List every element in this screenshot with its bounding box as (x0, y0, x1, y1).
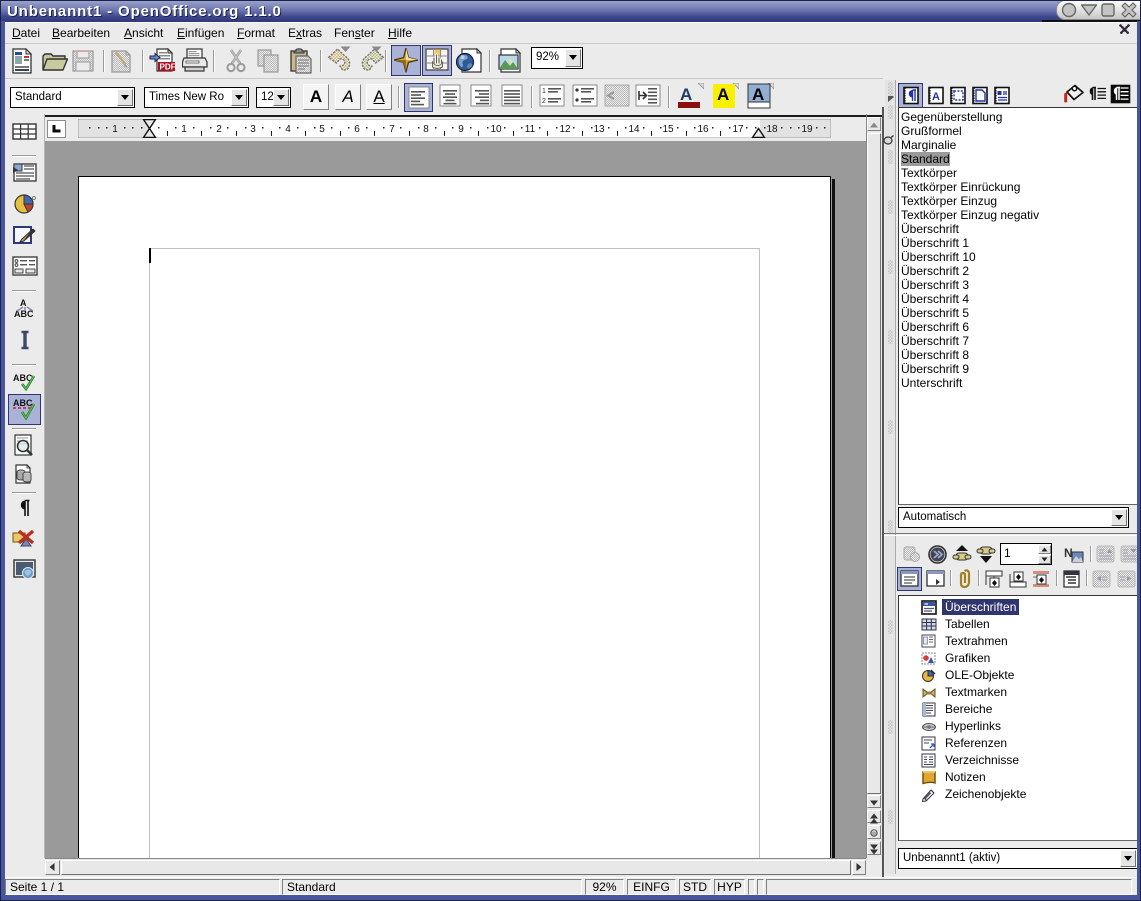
svg-text:12: 12 (559, 124, 571, 135)
svg-text:9: 9 (458, 124, 464, 135)
svg-text:A: A (932, 91, 940, 103)
svg-text:18: 18 (766, 124, 778, 135)
svg-text:8: 8 (423, 124, 429, 135)
svg-text:11: 11 (525, 124, 536, 135)
svg-text:3: 3 (250, 124, 256, 135)
svg-text:16: 16 (697, 124, 709, 135)
svg-text:10: 10 (490, 124, 502, 135)
svg-text:13: 13 (593, 124, 605, 135)
svg-text:1: 1 (181, 124, 187, 135)
svg-text:17: 17 (732, 124, 744, 135)
svg-text:5: 5 (319, 124, 325, 135)
svg-text:A: A (752, 85, 764, 104)
svg-text:7: 7 (389, 124, 395, 135)
svg-text:19: 19 (801, 124, 813, 135)
svg-text:N: N (1064, 546, 1073, 560)
svg-text:2: 2 (542, 98, 546, 105)
svg-text:4: 4 (285, 124, 291, 135)
svg-text:PDF: PDF (160, 63, 176, 72)
svg-text:A: A (20, 298, 27, 308)
svg-text:1: 1 (542, 88, 546, 95)
svg-text:ABC: ABC (13, 398, 33, 408)
svg-text:o: o (32, 195, 36, 202)
svg-text:6: 6 (354, 124, 360, 135)
svg-text:15: 15 (662, 124, 674, 135)
svg-text:A: A (717, 85, 729, 104)
svg-text:A: A (680, 85, 692, 104)
svg-text:2: 2 (216, 124, 222, 135)
svg-text:1: 1 (112, 124, 118, 135)
svg-text:14: 14 (628, 124, 640, 135)
